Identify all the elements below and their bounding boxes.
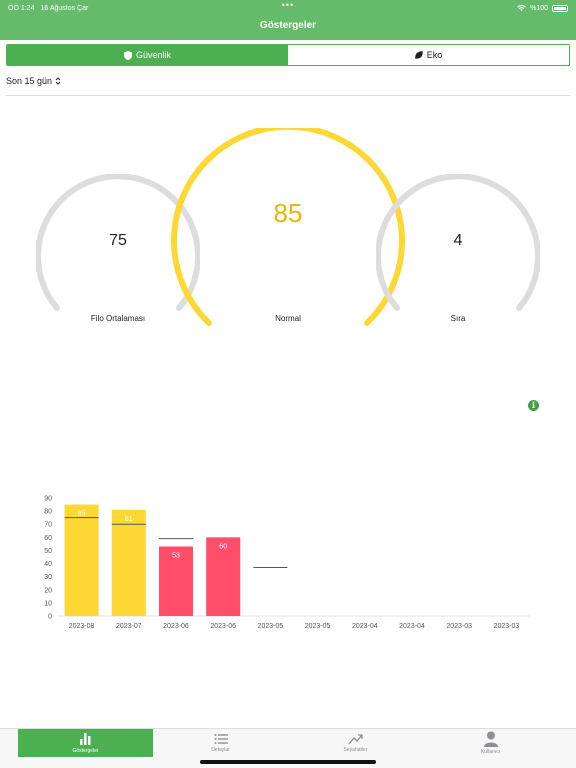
- page-title: Göstergeler: [259, 20, 317, 31]
- info-icon[interactable]: i: [528, 400, 539, 411]
- status-time: ÖÖ 1:24: [8, 4, 35, 12]
- x-tick-label: 2023-05: [258, 623, 284, 630]
- multitask-dots[interactable]: •••: [282, 0, 294, 10]
- segment-guvenlik-label: Güvenlik: [135, 50, 171, 60]
- x-tick-label: 2023-03: [494, 623, 520, 630]
- y-tick-label: 70: [44, 522, 52, 529]
- y-tick-label: 30: [44, 574, 52, 581]
- wifi-icon: [517, 4, 526, 11]
- period-divider: [6, 95, 570, 96]
- gauge-rank-label: Sıra: [450, 314, 466, 323]
- bar-value-label: 85: [78, 511, 86, 518]
- trend-icon: [348, 734, 363, 745]
- gauge-score-value: 85: [273, 198, 303, 228]
- x-tick-label: 2023-04: [399, 623, 425, 630]
- app-header: ÖÖ 1:24 16 Ağustos Çar ••• %100 Gösterge…: [0, 0, 576, 40]
- y-tick-label: 10: [44, 600, 52, 607]
- chart-bar: [111, 509, 146, 616]
- list-icon: [214, 734, 228, 744]
- x-tick-label: 2023-05: [305, 623, 331, 630]
- y-tick-label: 20: [44, 587, 52, 594]
- x-tick-label: 2023-03: [446, 623, 472, 630]
- period-label: Son 15 gün: [6, 76, 53, 86]
- leaf-icon: [414, 51, 423, 59]
- tab-detaylar[interactable]: Detaylar: [153, 729, 288, 757]
- segment-guvenlik[interactable]: Güvenlik: [7, 45, 288, 65]
- person-icon: [483, 731, 498, 747]
- x-tick-label: 2023-07: [116, 623, 142, 630]
- tab-seyahatler-label: Seyahatler: [343, 747, 368, 753]
- home-indicator: [200, 760, 376, 764]
- y-tick-label: 50: [44, 548, 52, 555]
- bar-chart-icon: [79, 733, 90, 745]
- status-date: 16 Ağustos Çar: [40, 4, 89, 12]
- x-tick-label: 2023-06: [210, 623, 236, 630]
- gauge-rank-value: 4: [453, 232, 463, 249]
- y-tick-label: 90: [44, 496, 52, 503]
- y-tick-label: 40: [44, 561, 52, 568]
- tab-gostergeler[interactable]: Göstergeler: [18, 729, 153, 757]
- battery-percent: %100: [530, 4, 548, 12]
- gauge-score-label: Normal: [275, 314, 301, 323]
- chart-bar: [64, 504, 99, 616]
- score-history-chart: 0 10 20 30 40 50 60 70 80 90 85 2023-08 81 2023-07 53 2…: [30, 488, 540, 638]
- gauge-score: 85 Normal: [170, 128, 406, 328]
- x-tick-label: 2023-06: [163, 623, 189, 630]
- bar-value-label: 81: [125, 516, 133, 523]
- shield-icon: [123, 50, 132, 60]
- x-tick-label: 2023-08: [69, 623, 95, 630]
- chevron-updown-icon: [55, 77, 61, 85]
- tab-detaylar-label: Detaylar: [211, 747, 230, 753]
- tab-gostergeler-label: Göstergeler: [72, 748, 99, 754]
- category-segmented-control: Güvenlik Eko: [6, 44, 570, 66]
- x-tick-label: 2023-04: [352, 623, 378, 630]
- bar-value-label: 53: [172, 553, 180, 560]
- segment-eko[interactable]: Eko: [288, 45, 569, 65]
- period-selector[interactable]: Son 15 gün: [6, 76, 61, 86]
- y-tick-label: 80: [44, 509, 52, 516]
- tab-kullanici[interactable]: Kullanıcı: [423, 729, 558, 757]
- tab-seyahatler[interactable]: Seyahatler: [288, 729, 423, 757]
- chart-svg: 0 10 20 30 40 50 60 70 80 90 85 2023-08 81 2023-07 53 2…: [44, 496, 530, 630]
- y-tick-label: 60: [44, 535, 52, 542]
- segment-eko-label: Eko: [426, 50, 443, 60]
- bar-value-label: 60: [219, 543, 227, 550]
- gauge-rank: 4 Sıra: [376, 174, 540, 324]
- status-bar: ÖÖ 1:24 16 Ağustos Çar ••• %100: [8, 0, 568, 13]
- tab-kullanici-label: Kullanıcı: [480, 749, 501, 755]
- y-tick-label: 0: [48, 614, 52, 621]
- battery-icon: [552, 4, 568, 12]
